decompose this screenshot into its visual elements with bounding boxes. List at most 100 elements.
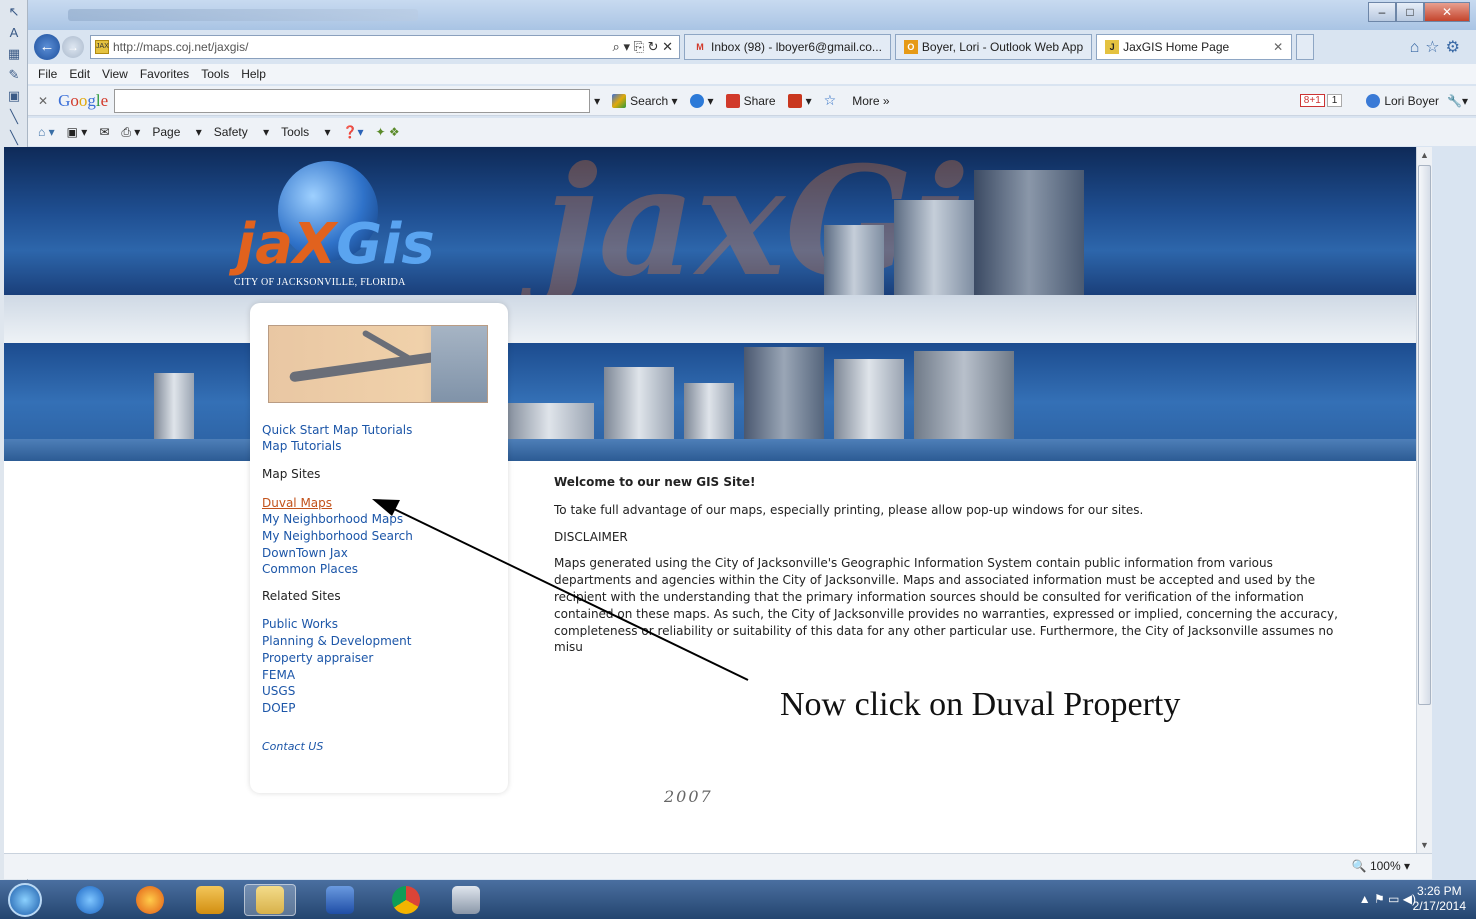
jaxgis-icon: J [1105, 40, 1120, 54]
translate-icon [787, 93, 802, 108]
tab-gmail[interactable]: M Inbox (98) - lboyer6@gmail.co... [684, 34, 891, 60]
feeds-icon[interactable]: ▣ ▾ [67, 125, 88, 139]
close-window-button[interactable]: ✕ [1424, 2, 1470, 22]
menu-view[interactable]: View [102, 67, 128, 81]
address-bar[interactable]: JAX http://maps.coj.net/jaxgis/ ⌕ ▾ ⎘ ↻ … [90, 35, 680, 59]
print-icon[interactable]: ⎙ ▾ [121, 125, 140, 140]
close-tab-icon[interactable]: ✕ [1273, 40, 1283, 54]
image-tool-icon[interactable]: ▣ [4, 87, 24, 105]
tab-outlook[interactable]: O Boyer, Lori - Outlook Web App [894, 34, 1093, 60]
link-fema[interactable]: FEMA [262, 668, 295, 682]
explorer-taskbar-icon[interactable] [244, 884, 296, 916]
word-taskbar-icon[interactable] [314, 884, 366, 916]
scroll-down-icon[interactable]: ▼ [1420, 840, 1429, 850]
home-favorites-settings-icons[interactable]: ⌂☆⚙ [1410, 37, 1466, 57]
skyline-building [914, 351, 1014, 443]
banner-building [824, 225, 884, 295]
address-controls-icon[interactable]: ⌕ ▾ ⎘ ↻ ✕ [613, 39, 679, 55]
link-duval-maps[interactable]: Duval Maps [262, 496, 332, 510]
new-tab-button[interactable] [1296, 34, 1315, 60]
safety-menu[interactable]: Safety ▾ [214, 125, 269, 139]
link-contact-us[interactable]: Contact US [262, 740, 323, 753]
line-tool-icon[interactable]: ╲ [4, 108, 24, 126]
star-icon[interactable]: ☆ [824, 92, 837, 109]
menu-tools[interactable]: Tools [201, 67, 229, 81]
google-toolbar: ✕ Google ▾ Search ▾ ▾ Share ▾ ☆ More » 8… [28, 86, 1476, 116]
line2-tool-icon[interactable]: ╲ [4, 129, 24, 147]
share-button[interactable]: Share [725, 93, 776, 108]
map-thumbnail[interactable] [268, 325, 488, 403]
system-tray-icons[interactable]: ▲ ⚑ ▭ ◀) [1359, 892, 1416, 906]
link-usgs[interactable]: USGS [262, 684, 295, 698]
title-bar: – □ ✕ [28, 0, 1476, 30]
link-map-tutorials[interactable]: Map Tutorials [262, 439, 342, 453]
ie-taskbar-icon[interactable] [64, 884, 116, 916]
minimize-button[interactable]: – [1368, 2, 1396, 22]
blue-puzzle-icon [689, 93, 704, 108]
link-planning-development[interactable]: Planning & Development [262, 634, 411, 648]
gplus-button[interactable]: 8+1 [1299, 94, 1325, 107]
chrome-taskbar-icon[interactable] [380, 884, 432, 916]
user-name[interactable]: Lori Boyer [1384, 94, 1439, 108]
scroll-up-icon[interactable]: ▲ [1420, 150, 1429, 160]
page-menu[interactable]: Page ▾ [152, 125, 201, 139]
forward-button[interactable]: → [62, 36, 84, 58]
web-page: jaxGis jaXGis CITY OF JACKSONVILLE, FLOR… [4, 147, 1416, 853]
more-button[interactable]: More » [852, 94, 889, 108]
clock[interactable]: 3:26 PM 2/17/2014 [1413, 884, 1466, 914]
mail-icon[interactable]: ✉ [99, 125, 109, 139]
toolbar-bookmark-button[interactable]: ▾ [689, 93, 714, 108]
start-button[interactable] [8, 883, 42, 917]
address-url[interactable]: http://maps.coj.net/jaxgis/ [113, 40, 248, 54]
link-my-neighborhood-search[interactable]: My Neighborhood Search [262, 529, 413, 543]
link-common-places[interactable]: Common Places [262, 562, 358, 576]
link-public-works[interactable]: Public Works [262, 617, 338, 631]
pointer-tool-icon[interactable]: ↖ [4, 3, 24, 21]
dropdown-icon[interactable]: ▾ [594, 94, 600, 108]
skyline-building [684, 383, 734, 443]
map-river [289, 351, 439, 383]
site-favicon-icon: JAX [95, 40, 109, 54]
link-property-appraiser[interactable]: Property appraiser [262, 651, 373, 665]
clock-date: 2/17/2014 [1412, 899, 1466, 913]
text-tool-icon[interactable]: A [4, 24, 24, 42]
back-button[interactable]: ← [34, 34, 60, 60]
firefox-taskbar-icon[interactable] [124, 884, 176, 916]
wrench-icon[interactable]: 🔧▾ [1447, 94, 1468, 108]
research-icon[interactable]: ✦ ❖ [375, 125, 399, 139]
maximize-button[interactable]: □ [1396, 2, 1424, 22]
link-quick-start-tutorials[interactable]: Quick Start Map Tutorials [262, 423, 412, 437]
vertical-scrollbar[interactable]: ▲ ▼ [1416, 147, 1432, 853]
google-search-button[interactable]: Search ▾ [612, 93, 678, 108]
google-search-input[interactable] [114, 88, 591, 113]
link-my-neighborhood-maps[interactable]: My Neighborhood Maps [262, 512, 403, 526]
navigation-row: ← → JAX http://maps.coj.net/jaxgis/ ⌕ ▾ … [28, 32, 1476, 62]
link-downtown-jax[interactable]: DownTown Jax [262, 546, 348, 560]
close-toolbar-icon[interactable]: ✕ [38, 94, 48, 108]
banner-building [894, 200, 974, 295]
help-icon[interactable]: ❓▾ [343, 125, 364, 139]
skyline-building [504, 403, 594, 443]
link-doep[interactable]: DOEP [262, 701, 296, 715]
menu-favorites[interactable]: Favorites [140, 67, 189, 81]
translate-button[interactable]: ▾ [787, 93, 812, 108]
search-label: Search [630, 93, 669, 108]
scroll-thumb[interactable] [1418, 165, 1431, 705]
banner-band [4, 295, 1416, 343]
table-tool-icon[interactable]: ▦ [4, 45, 24, 63]
tools-menu[interactable]: Tools ▾ [281, 125, 330, 139]
footer-year: 2007 [664, 787, 713, 806]
tab-jaxgis[interactable]: J JaxGIS Home Page ✕ [1096, 34, 1293, 60]
skyline-building [604, 367, 674, 443]
jaxgis-logo: jaXGis [236, 212, 435, 277]
app-taskbar-icon[interactable] [440, 884, 492, 916]
command-bar: ⌂ ▾ ▣ ▾ ✉ ⎙ ▾ Page ▾ Safety ▾ Tools ▾ ❓▾… [28, 118, 1476, 146]
home-icon[interactable]: ⌂ ▾ [38, 125, 55, 139]
logo-subtitle: CITY OF JACKSONVILLE, FLORIDA [234, 277, 406, 288]
menu-edit[interactable]: Edit [69, 67, 90, 81]
pen-tool-icon[interactable]: ✎ [4, 66, 24, 84]
zoom-control[interactable]: 🔍 100% ▾ [1352, 859, 1410, 873]
outlook-taskbar-icon[interactable] [184, 884, 236, 916]
menu-file[interactable]: File [38, 67, 57, 81]
menu-help[interactable]: Help [241, 67, 266, 81]
